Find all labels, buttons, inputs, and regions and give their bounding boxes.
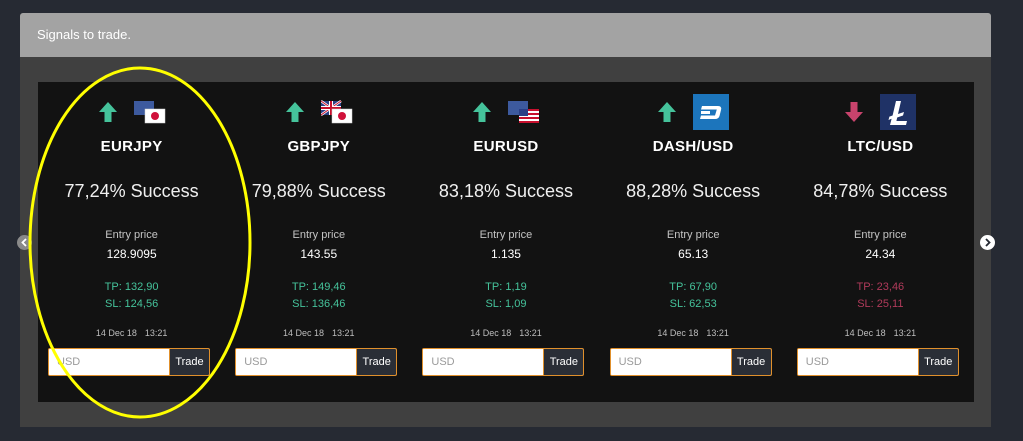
signal-icons bbox=[412, 94, 599, 130]
pair-name: LTC/USD bbox=[847, 138, 914, 155]
entry-price-label: Entry price bbox=[292, 229, 346, 241]
signal-icons bbox=[38, 94, 225, 130]
signal-date: 14 Dec 18 bbox=[844, 328, 886, 338]
gbp-jpy-flags-icon bbox=[320, 99, 353, 124]
success-rate: 77,24% Success bbox=[64, 181, 199, 201]
entry-price-label: Entry price bbox=[479, 229, 533, 241]
arrow-up-icon bbox=[98, 102, 117, 122]
amount-input[interactable] bbox=[49, 349, 169, 375]
chevron-right-icon bbox=[985, 238, 991, 247]
trade-button[interactable]: Trade bbox=[543, 349, 584, 375]
stop-loss: SL: 136,46 bbox=[292, 298, 346, 310]
entry-price-label: Entry price bbox=[666, 229, 720, 241]
signal-card: LTC/USD 84,78% Success Entry price 24.34… bbox=[787, 82, 974, 402]
signal-card: EURJPY 77,24% Success Entry price 128.90… bbox=[38, 82, 225, 402]
take-profit: TP: 149,46 bbox=[291, 281, 346, 293]
signal-date: 14 Dec 18 bbox=[657, 328, 699, 338]
entry-price-label: Entry price bbox=[854, 229, 907, 241]
signal-timestamp: 14 Dec 18 13:21 bbox=[600, 328, 787, 338]
take-profit: TP: 23,46 bbox=[856, 281, 905, 293]
pair-name: EURUSD bbox=[473, 138, 539, 155]
carousel-next-button[interactable] bbox=[980, 235, 995, 250]
dash-coin-icon bbox=[693, 94, 730, 130]
entry-price-value: 65.13 bbox=[678, 247, 709, 261]
trade-form: Trade bbox=[422, 348, 585, 376]
take-profit: TP: 67,90 bbox=[669, 281, 717, 293]
arrow-down-icon bbox=[845, 102, 864, 122]
pair-name: GBPJPY bbox=[287, 138, 351, 155]
entry-price-value: 128.9095 bbox=[106, 247, 157, 261]
trade-button[interactable]: Trade bbox=[730, 349, 771, 375]
amount-input[interactable] bbox=[610, 349, 731, 375]
signal-card: GBPJPY 79,88% Success Entry price 143.55… bbox=[225, 82, 412, 402]
entry-price-label: Entry price bbox=[105, 229, 158, 241]
amount-input[interactable] bbox=[236, 349, 357, 375]
trade-button[interactable]: Trade bbox=[356, 349, 397, 375]
success-rate: 84,78% Success bbox=[813, 181, 948, 201]
signal-time: 13:21 bbox=[144, 328, 168, 338]
take-profit: TP: 132,90 bbox=[104, 281, 159, 293]
signal-timestamp: 14 Dec 18 13:21 bbox=[412, 328, 599, 338]
signal-icons bbox=[787, 94, 974, 130]
trade-form: Trade bbox=[796, 348, 959, 376]
stop-loss: SL: 1,09 bbox=[485, 298, 527, 310]
signal-card: EURUSD 83,18% Success Entry price 1.135 … bbox=[412, 82, 599, 402]
signal-timestamp: 14 Dec 18 13:21 bbox=[225, 328, 412, 338]
success-rate: 83,18% Success bbox=[438, 181, 573, 201]
signal-time: 13:21 bbox=[706, 328, 729, 338]
chevron-left-icon bbox=[21, 238, 27, 247]
signal-date: 14 Dec 18 bbox=[470, 328, 512, 338]
signal-time: 13:21 bbox=[893, 328, 917, 338]
panel-title: Signals to trade. bbox=[20, 13, 991, 57]
amount-input[interactable] bbox=[797, 349, 918, 375]
trade-button[interactable]: Trade bbox=[169, 349, 209, 375]
stop-loss: SL: 62,53 bbox=[669, 298, 717, 310]
arrow-up-icon bbox=[658, 102, 677, 122]
eur-jpy-flags-icon bbox=[133, 101, 165, 124]
signal-time: 13:21 bbox=[332, 328, 355, 338]
entry-price-value: 1.135 bbox=[490, 247, 521, 261]
entry-price-value: 143.55 bbox=[300, 247, 338, 261]
success-rate: 88,28% Success bbox=[626, 181, 761, 201]
arrow-up-icon bbox=[285, 102, 304, 122]
signal-date: 14 Dec 18 bbox=[283, 328, 325, 338]
entry-price-value: 24.34 bbox=[865, 247, 896, 261]
success-rate: 79,88% Success bbox=[251, 181, 386, 201]
signal-card: DASH/USD 88,28% Success Entry price 65.1… bbox=[600, 82, 787, 402]
signal-icons bbox=[225, 94, 412, 130]
trade-form: Trade bbox=[48, 348, 210, 376]
signal-timestamp: 14 Dec 18 13:21 bbox=[38, 328, 225, 338]
pair-name: DASH/USD bbox=[652, 138, 734, 155]
signal-list: EURJPY 77,24% Success Entry price 128.90… bbox=[38, 82, 974, 402]
signal-timestamp: 14 Dec 18 13:21 bbox=[787, 328, 974, 338]
signals-carousel: EURJPY 77,24% Success Entry price 128.90… bbox=[38, 82, 974, 402]
signal-icons bbox=[600, 94, 787, 130]
signal-date: 14 Dec 18 bbox=[95, 328, 137, 338]
carousel-prev-button[interactable] bbox=[17, 235, 32, 250]
take-profit: TP: 1,19 bbox=[485, 281, 527, 293]
signal-time: 13:21 bbox=[519, 328, 542, 338]
arrow-up-icon bbox=[472, 102, 491, 122]
pair-name: EURJPY bbox=[100, 138, 163, 155]
eur-usd-flags-icon bbox=[507, 101, 539, 123]
signals-panel: Signals to trade. EURJPY 77,24% Success … bbox=[20, 13, 991, 427]
amount-input[interactable] bbox=[423, 349, 544, 375]
trade-button[interactable]: Trade bbox=[917, 349, 958, 375]
trade-form: Trade bbox=[235, 348, 398, 376]
stop-loss: SL: 25,11 bbox=[857, 298, 904, 310]
trade-form: Trade bbox=[609, 348, 772, 376]
stop-loss: SL: 124,56 bbox=[104, 298, 159, 310]
litecoin-coin-icon bbox=[880, 94, 917, 130]
